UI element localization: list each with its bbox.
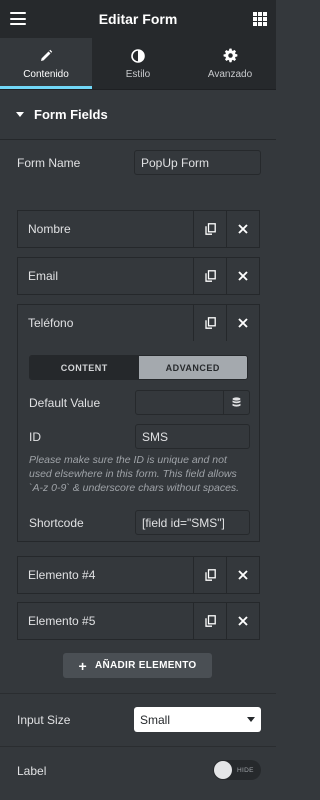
editor-header: Editar Form: [0, 0, 276, 38]
add-field-label: AÑADIR ELEMENTO: [94, 660, 197, 671]
chevron-down-icon: [247, 717, 255, 722]
tab-content[interactable]: CONTENT: [30, 356, 139, 379]
section-form-fields[interactable]: Form Fields: [0, 90, 276, 140]
plus-icon: +: [78, 657, 87, 674]
duplicate-icon[interactable]: [193, 258, 226, 294]
input-size-label: Input Size: [17, 712, 71, 727]
pencil-icon: [39, 48, 53, 64]
close-icon[interactable]: [226, 557, 259, 593]
shortcode-input[interactable]: [field id="SMS"]: [135, 510, 250, 535]
duplicate-icon[interactable]: [193, 211, 226, 247]
duplicate-icon[interactable]: [193, 603, 226, 639]
tab-advanced[interactable]: ADVANCED: [138, 356, 247, 379]
tab-contenido[interactable]: Contenido: [0, 38, 92, 89]
field-name[interactable]: Teléfono: [18, 305, 193, 341]
gear-icon: [222, 48, 238, 64]
field-item-telefono: Teléfono: [17, 304, 260, 342]
form-name-row: Form Name PopUp Form: [17, 150, 261, 175]
field-name[interactable]: Elemento #4: [18, 557, 193, 593]
contrast-icon: [131, 48, 145, 64]
input-size-value: Small: [140, 712, 171, 727]
id-help-note: Please make sure the ID is unique and no…: [29, 430, 251, 495]
tab-estilo[interactable]: Estilo: [92, 38, 184, 89]
default-value-label: Default Value: [29, 396, 101, 410]
duplicate-icon[interactable]: [193, 305, 226, 341]
form-name-label: Form Name: [17, 155, 81, 170]
close-icon[interactable]: [226, 305, 259, 341]
close-icon[interactable]: [226, 603, 259, 639]
input-size-select[interactable]: Small: [134, 707, 261, 732]
default-value-input[interactable]: [136, 391, 223, 414]
field-name[interactable]: Email: [18, 258, 193, 294]
close-icon[interactable]: [226, 211, 259, 247]
tab-avanzado[interactable]: Avanzado: [184, 38, 276, 89]
hamburger-icon[interactable]: [10, 12, 26, 25]
grid-icon[interactable]: [253, 12, 267, 26]
section-title: Form Fields: [34, 107, 108, 122]
divider: [0, 746, 276, 747]
caret-down-icon: [16, 112, 24, 117]
duplicate-icon[interactable]: [193, 557, 226, 593]
add-field-button[interactable]: + AÑADIR ELEMENTO: [63, 653, 212, 678]
field-item-elemento-4: Elemento #4: [17, 556, 260, 594]
field-editor-panel: CONTENT ADVANCED Default Value ID SMS Pl…: [17, 341, 260, 542]
panel-tabs: Contenido Estilo Avanzado: [0, 38, 276, 90]
form-name-input[interactable]: PopUp Form: [134, 150, 261, 175]
input-size-row: Input Size Small: [17, 707, 261, 732]
toggle-knob: [214, 761, 232, 779]
field-item-email: Email: [17, 257, 260, 295]
shortcode-label: Shortcode: [29, 516, 84, 530]
divider: [0, 693, 276, 694]
default-value-group: [135, 390, 250, 415]
note-text: Please make sure the ID is unique and no…: [29, 454, 240, 494]
field-item-nombre: Nombre: [17, 210, 260, 248]
field-item-elemento-5: Elemento #5: [17, 602, 260, 640]
database-icon[interactable]: [223, 391, 249, 414]
field-name[interactable]: Elemento #5: [18, 603, 193, 639]
header-title: Editar Form: [98, 11, 178, 27]
tab-label: Avanzado: [207, 68, 253, 80]
tab-label: Estilo: [125, 68, 151, 80]
field-name[interactable]: Nombre: [18, 211, 193, 247]
close-icon[interactable]: [226, 258, 259, 294]
field-editor-tabs: CONTENT ADVANCED: [29, 355, 248, 380]
tab-label: Contenido: [23, 68, 69, 80]
label-toggle-label: Label: [17, 764, 47, 778]
label-toggle-switch[interactable]: HIDE: [213, 760, 261, 780]
toggle-state-text: HIDE: [237, 766, 254, 774]
